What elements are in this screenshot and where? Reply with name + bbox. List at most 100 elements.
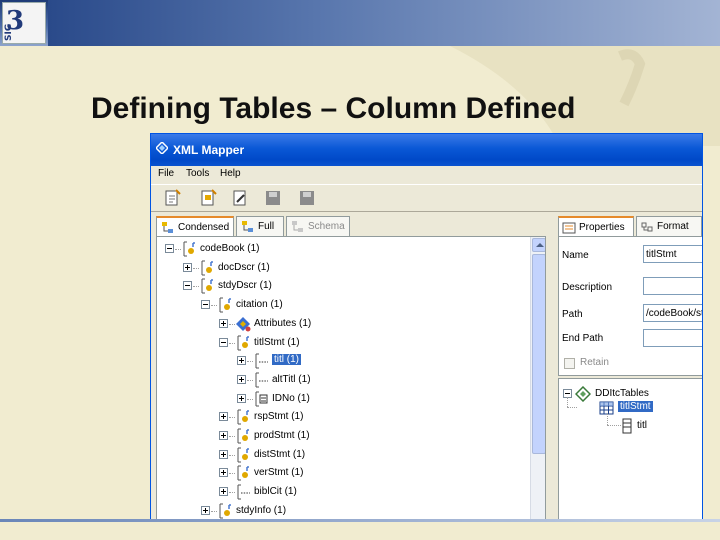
idno-icon bbox=[253, 391, 269, 407]
save-button[interactable] bbox=[263, 189, 283, 207]
tree-node[interactable]: titl (1) bbox=[237, 352, 517, 370]
expand-icon[interactable] bbox=[237, 356, 246, 366]
tree-node[interactable]: stdyDscr (1) bbox=[183, 277, 517, 295]
expand-icon[interactable] bbox=[237, 393, 246, 403]
tree-node[interactable]: codeBook (1) bbox=[165, 240, 517, 258]
name-field[interactable]: titlStmt bbox=[643, 245, 702, 263]
expand-icon[interactable] bbox=[219, 487, 228, 497]
scroll-thumb[interactable] bbox=[532, 254, 545, 454]
properties-form: Name titlStmt Description Path /codeBook… bbox=[558, 236, 702, 376]
expand-icon[interactable] bbox=[219, 318, 228, 328]
tree-node[interactable]: rspStmt (1) bbox=[219, 408, 517, 426]
tab-properties[interactable]: Properties bbox=[558, 216, 634, 236]
expand-icon[interactable] bbox=[219, 449, 228, 459]
path-field[interactable]: /codeBook/st bbox=[643, 304, 702, 322]
menu-help[interactable]: Help bbox=[220, 168, 241, 179]
view-tabs: Condensed Full Schema bbox=[156, 216, 546, 237]
column-label: titl bbox=[637, 420, 647, 431]
tree-node[interactable]: docDscr (1) bbox=[183, 259, 517, 277]
collapse-icon[interactable] bbox=[165, 244, 174, 253]
name-label: Name bbox=[562, 250, 589, 261]
tab-schema[interactable]: Schema bbox=[286, 216, 350, 236]
expand-icon[interactable] bbox=[219, 412, 228, 422]
menu-file[interactable]: File bbox=[158, 168, 174, 179]
tree-node[interactable]: distStmt (1) bbox=[219, 446, 517, 464]
slide-header-gradient bbox=[48, 0, 720, 46]
save-as-button[interactable] bbox=[297, 189, 317, 207]
tree-node[interactable]: altTitl (1) bbox=[237, 371, 517, 389]
slide-title: Defining Tables – Column Defined bbox=[91, 92, 576, 125]
tree-node-label: verStmt (1) bbox=[254, 467, 304, 479]
tree-node-label: rspStmt (1) bbox=[254, 411, 304, 423]
expand-icon[interactable] bbox=[219, 431, 228, 440]
element-icon bbox=[217, 297, 233, 313]
description-label: Description bbox=[562, 282, 613, 293]
table-label: titlStmt bbox=[618, 401, 653, 412]
retain-checkbox[interactable] bbox=[564, 358, 575, 369]
tab-properties-label: Properties bbox=[579, 222, 625, 233]
new-mapping-button[interactable] bbox=[163, 189, 183, 207]
text-icon bbox=[253, 353, 269, 369]
tree-node[interactable]: titlStmt (1) bbox=[219, 334, 517, 352]
element-icon bbox=[235, 409, 251, 425]
open-button[interactable] bbox=[199, 189, 219, 207]
toolbar bbox=[151, 184, 702, 212]
expand-icon[interactable] bbox=[219, 468, 228, 478]
tab-format[interactable]: Format bbox=[636, 216, 702, 236]
path-label: Path bbox=[562, 309, 583, 320]
expand-icon[interactable] bbox=[201, 505, 210, 515]
tree-scrollbar[interactable] bbox=[530, 237, 545, 519]
window-titlebar[interactable]: XML Mapper bbox=[151, 134, 702, 166]
table-node[interactable]: titlStmt bbox=[583, 399, 702, 417]
tab-condensed[interactable]: Condensed bbox=[156, 216, 234, 237]
tree-node-label: Attributes (1) bbox=[254, 317, 312, 329]
menu-tools[interactable]: Tools bbox=[186, 168, 209, 179]
tree-icon bbox=[241, 220, 255, 234]
tree-node[interactable]: biblCit (1) bbox=[219, 483, 517, 501]
tree-icon bbox=[161, 221, 175, 235]
expand-icon[interactable] bbox=[237, 374, 246, 384]
tree-node[interactable]: citation (1) bbox=[201, 296, 517, 314]
tree-node-label: codeBook (1) bbox=[200, 243, 260, 254]
tree-node-label: titlStmt (1) bbox=[254, 336, 300, 348]
tree-node-label: docDscr (1) bbox=[218, 261, 270, 273]
tree-node-label: prodStmt (1) bbox=[254, 430, 310, 441]
right-panel: Properties Format Name titlStmt Descript… bbox=[555, 212, 702, 519]
scroll-up-button[interactable] bbox=[532, 238, 545, 252]
end-path-field[interactable] bbox=[643, 329, 702, 347]
tree-node[interactable]: IDNo (1) bbox=[237, 390, 517, 408]
menu-bar: File Tools Help bbox=[151, 166, 702, 184]
tree-node[interactable]: verStmt (1) bbox=[219, 464, 517, 482]
open-icon bbox=[201, 189, 217, 206]
tree-node[interactable]: prodStmt (1) bbox=[219, 427, 517, 445]
xml-mapper-window: XML Mapper File Tools Help Condensed Ful… bbox=[150, 133, 703, 520]
element-icon bbox=[199, 278, 215, 294]
description-field[interactable] bbox=[643, 277, 702, 295]
edit-button[interactable] bbox=[231, 189, 251, 207]
tree-node[interactable]: stdyInfo (1) bbox=[201, 502, 517, 519]
tab-condensed-label: Condensed bbox=[178, 222, 230, 233]
tables-root-label: DDItcTables bbox=[595, 388, 649, 399]
window-title: XML Mapper bbox=[173, 143, 245, 157]
schema-icon bbox=[291, 220, 305, 234]
new-file-icon bbox=[165, 189, 181, 206]
element-icon bbox=[217, 503, 233, 519]
tree-node[interactable]: Attributes (1) bbox=[219, 315, 517, 333]
text-icon bbox=[235, 484, 251, 500]
column-node[interactable]: titl bbox=[619, 417, 699, 435]
end-path-label: End Path bbox=[562, 333, 604, 344]
collapse-icon[interactable] bbox=[201, 300, 210, 310]
expand-icon[interactable] bbox=[183, 262, 192, 272]
tab-full-label: Full bbox=[258, 221, 275, 232]
collapse-icon[interactable] bbox=[183, 281, 192, 291]
tree-node-label: biblCit (1) bbox=[254, 486, 297, 498]
tab-schema-label: Schema bbox=[308, 221, 345, 232]
slide-footer-line bbox=[0, 519, 720, 522]
collapse-icon[interactable] bbox=[219, 337, 228, 347]
tree-node-label: IDNo (1) bbox=[272, 392, 310, 404]
tree-connector bbox=[567, 397, 568, 407]
app-icon bbox=[154, 140, 170, 156]
tab-full[interactable]: Full bbox=[236, 216, 284, 236]
tables-tree-panel: DDItcTables titlStmt titl bbox=[558, 378, 702, 519]
element-icon bbox=[235, 465, 251, 481]
